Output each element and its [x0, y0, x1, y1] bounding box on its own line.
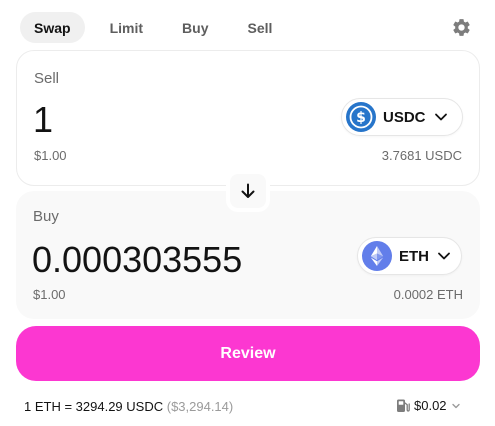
svg-text:$: $	[356, 110, 366, 126]
exchange-rate-usd: ($3,294.14)	[166, 399, 234, 414]
buy-label: Buy	[33, 208, 59, 225]
chevron-down-icon	[434, 113, 447, 121]
review-button[interactable]: Review	[16, 326, 480, 381]
eth-token-icon	[362, 241, 392, 271]
exchange-rate-text: 1 ETH = 3294.29 USDC	[24, 399, 164, 414]
buy-usd-value: $1.00	[33, 287, 66, 302]
tab-limit[interactable]: Limit	[96, 12, 157, 43]
swap-tabs: Swap Limit Buy Sell	[20, 12, 297, 43]
buy-token-symbol: ETH	[399, 247, 429, 265]
sell-token-selector[interactable]: $ USDC	[341, 98, 463, 136]
arrow-down-icon	[241, 183, 255, 198]
buy-amount-input[interactable]: 0.000303555	[32, 242, 242, 278]
buy-token-selector[interactable]: ETH	[357, 237, 462, 275]
gear-icon	[453, 19, 470, 36]
switch-tokens-button[interactable]	[226, 170, 270, 212]
tab-sell[interactable]: Sell	[233, 12, 286, 43]
settings-button[interactable]	[451, 17, 472, 38]
chevron-down-icon	[451, 403, 460, 408]
sell-label: Sell	[34, 70, 60, 87]
exchange-rate[interactable]: 1 ETH = 3294.29 USDC ($3,294.14)	[24, 399, 233, 414]
chevron-down-icon	[438, 252, 450, 260]
gas-fee[interactable]: $0.02	[396, 398, 461, 413]
gas-fee-value: $0.02	[414, 398, 447, 413]
sell-amount-input[interactable]: 1	[33, 102, 53, 138]
sell-usd-value: $1.00	[34, 148, 67, 163]
tab-swap[interactable]: Swap	[20, 12, 85, 43]
sell-token-symbol: USDC	[383, 108, 426, 126]
buy-balance: 0.0002 ETH	[393, 287, 463, 302]
sell-balance: 3.7681 USDC	[381, 148, 462, 163]
gas-pump-icon	[397, 399, 410, 412]
sell-panel: Sell 1 $ USDC $1.00 3.7681 USDC	[16, 50, 480, 186]
usdc-token-icon: $	[346, 102, 376, 132]
tab-buy[interactable]: Buy	[168, 12, 222, 43]
